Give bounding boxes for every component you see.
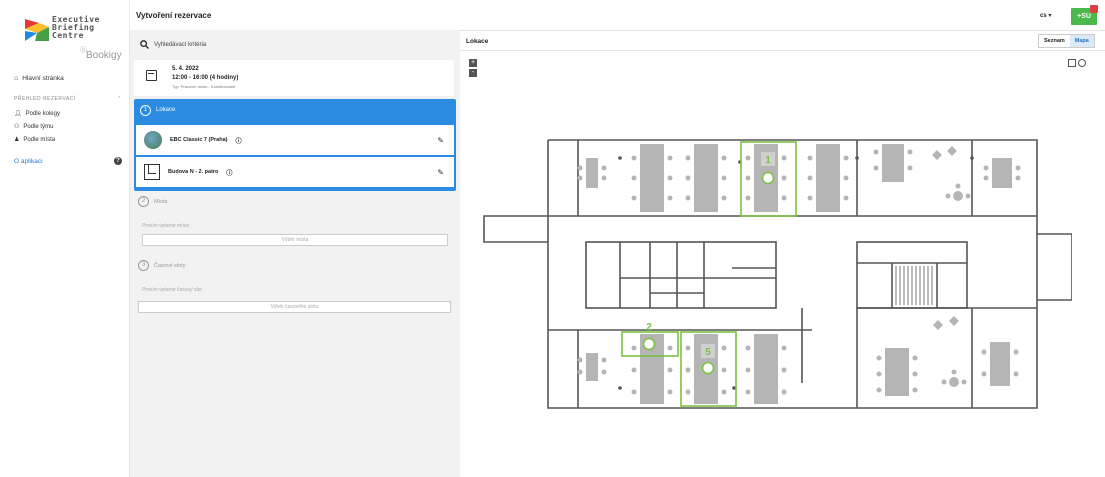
floor-plan: 1 2 5 <box>483 139 1072 409</box>
toggle-list[interactable]: Seznam <box>1039 35 1070 47</box>
language-label: cs <box>1040 13 1047 19</box>
fullscreen-icon[interactable] <box>1068 59 1076 67</box>
chevron-down-icon: ▾ <box>1048 13 1052 19</box>
floor-plan-icon <box>144 164 160 180</box>
spot-1-marker-icon <box>761 171 775 185</box>
sidebar-item-label: Podle týmu <box>23 123 54 130</box>
location-thumbnail <box>144 131 162 149</box>
step-timeslots[interactable]: 3 Časové sloty <box>138 260 186 271</box>
select-place-button[interactable]: Výběr místa <box>142 234 448 246</box>
map-divider <box>460 50 1105 51</box>
location-row[interactable]: EBC Classic 7 (Praha) ⓘ ✎ <box>136 125 454 155</box>
step-label: Časové sloty <box>154 262 186 269</box>
sidebar-item-team[interactable]: ⚇ Podle týmu <box>14 123 54 131</box>
nav-section-header[interactable]: PŘEHLED REZERVACÍ ⌃ <box>14 96 122 102</box>
sidebar-item-label: Podle kolegy <box>25 110 60 117</box>
step-label: Lokace <box>156 107 176 113</box>
team-icon: ⚇ <box>14 124 20 130</box>
stairs <box>895 266 933 305</box>
nav-about-label: O aplikaci <box>14 157 43 165</box>
nav-home-label: Hlavní stránka <box>22 75 64 82</box>
step-location-header[interactable]: 1 Lokace <box>135 100 455 120</box>
calendar-icon <box>146 70 157 81</box>
sidebar-item-label: Podle místa <box>23 136 56 143</box>
nav-home[interactable]: ⌂ Hlavní stránka <box>14 75 64 82</box>
step-number: 1 <box>140 104 151 116</box>
outer-wall <box>547 139 1038 409</box>
toggle-map[interactable]: Mapa <box>1069 35 1094 47</box>
info-icon: ⓘ <box>226 170 233 177</box>
view-toggle: Seznam Mapa <box>1038 34 1095 48</box>
spot-5-marker-icon <box>701 361 715 375</box>
person-icon: 👤︎ <box>14 111 22 117</box>
add-button-label: +SU <box>1077 13 1091 20</box>
date-value: 5. 4. 2022 <box>172 66 199 72</box>
places-hint: Prosím vyberte místo <box>142 223 190 229</box>
time-value: 12:00 - 16:00 (4 hodiny) <box>172 75 239 81</box>
fit-icon[interactable] <box>1078 59 1086 67</box>
spot-5-label: 5 <box>705 347 711 358</box>
page-title: Vytvoření rezervace <box>136 11 212 20</box>
select-timeslot-button[interactable]: Výběr časového slotu <box>138 301 451 313</box>
header-divider <box>460 30 1105 31</box>
left-wing-wall <box>483 215 548 243</box>
info-icon: ⓘ <box>235 138 242 145</box>
location-label: EBC Classic 7 (Praha) <box>170 137 228 143</box>
logo-mark-icon <box>25 19 49 41</box>
sidebar-item-colleague[interactable]: 👤︎ Podle kolegy <box>14 110 60 118</box>
edit-icon[interactable]: ✎ <box>437 136 444 145</box>
map-title: Lokace <box>466 38 489 45</box>
step-location: 1 Lokace EBC Classic 7 (Praha) ⓘ ✎ Budov… <box>134 99 456 191</box>
step-label: Místa <box>154 198 168 205</box>
right-wing-wall <box>1037 233 1072 301</box>
spot-1-label: 1 <box>765 155 771 166</box>
spot-2-label: 2 <box>646 322 652 333</box>
place-icon: ♟ <box>14 137 20 143</box>
zoom-out-button[interactable]: - <box>469 69 477 77</box>
floor-label: Budova N - 2. patro <box>168 169 219 175</box>
add-reservation-button[interactable]: +SU <box>1071 5 1098 25</box>
sidebar-item-place[interactable]: ♟ Podle místa <box>14 136 56 144</box>
chevron-up-icon: ⌃ <box>117 96 122 102</box>
home-icon: ⌂ <box>14 75 19 82</box>
reservation-form: Vyhledávací kritéria 5. 4. 2022 12:00 - … <box>130 30 460 477</box>
step-number: 3 <box>138 260 149 271</box>
help-icon[interactable]: ? <box>114 157 122 165</box>
brand-name: Bookigy <box>86 50 122 61</box>
date-card[interactable]: 5. 4. 2022 12:00 - 16:00 (4 hodiny) Typ:… <box>134 60 454 96</box>
logo[interactable]: Executive Briefing Centre <box>22 14 118 48</box>
logo-line: Centre <box>52 31 84 40</box>
search-icon <box>140 40 149 49</box>
sidebar: Executive Briefing Centre ⓑ Bookigy ⌂ Hl… <box>0 0 130 477</box>
language-select[interactable]: cs ▾ <box>1040 12 1051 19</box>
core-left <box>585 241 777 309</box>
timeslot-hint: Prosím vyberte časový slot <box>142 287 202 293</box>
search-label: Vyhledávací kritéria <box>154 41 207 48</box>
type-value: Typ: Pracovní místo - Kombinované <box>172 84 236 89</box>
search-criteria[interactable]: Vyhledávací kritéria <box>140 40 206 49</box>
floor-row[interactable]: Budova N - 2. patro ⓘ ✎ <box>136 157 454 187</box>
edit-icon[interactable]: ✎ <box>437 168 444 177</box>
logo-text: Executive Briefing Centre <box>52 16 100 40</box>
map-controls <box>1068 59 1086 67</box>
nav-section-label: PŘEHLED REZERVACÍ <box>14 96 76 102</box>
nav-about[interactable]: O aplikaci ? <box>14 157 122 165</box>
step-places[interactable]: 2 Místa <box>138 196 167 207</box>
step-number: 2 <box>138 196 149 207</box>
notification-badge <box>1090 5 1098 13</box>
spot-2-marker-icon <box>642 337 656 351</box>
zoom-in-button[interactable]: + <box>469 59 477 67</box>
